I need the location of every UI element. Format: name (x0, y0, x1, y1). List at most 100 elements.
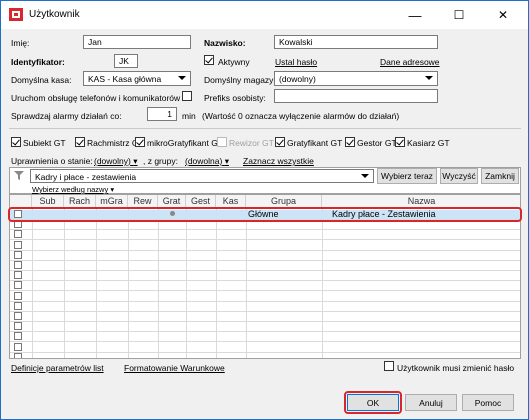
select-by-name-label: Wybierz według nazwy (32, 185, 109, 194)
permissions-group-dropdown[interactable]: (dowolna) ▾ (185, 156, 229, 167)
default-warehouse-select[interactable]: (dowolny) (274, 71, 438, 86)
caret-down-icon: ▾ (133, 156, 138, 166)
personal-prefix-label: Prefiks osobisty: (204, 93, 266, 103)
alarms-interval-input[interactable]: 1 (147, 107, 177, 121)
help-button[interactable]: Pomoc (462, 394, 514, 411)
row-checkbox[interactable] (14, 352, 22, 358)
first-name-label: Imię: (11, 38, 30, 48)
alarms-note: (Wartość 0 oznacza wyłączenie alarmów do… (202, 111, 400, 121)
default-cash-label: Domyślna kasa: (11, 75, 72, 85)
list-params-definitions-link[interactable]: Definicje parametrów list (11, 363, 104, 373)
permissions-state-value: (dowolny) (94, 156, 131, 166)
row-checkbox[interactable] (14, 240, 22, 249)
filter-value: Kadry i płace - zestawienia (35, 172, 137, 182)
clear-button[interactable]: Wyczyść (440, 168, 478, 184)
row-checkbox[interactable] (14, 322, 22, 331)
highlight-outline (8, 207, 522, 222)
funnel-icon (14, 171, 24, 180)
window-title: Użytkownik (29, 9, 80, 20)
title-bar: Użytkownik — ☐ ✕ (1, 1, 528, 29)
last-name-input[interactable]: Kowalski (274, 35, 438, 49)
separator (9, 128, 521, 129)
table-row[interactable] (10, 322, 520, 333)
telephony-checkbox[interactable] (182, 91, 192, 101)
table-row[interactable] (10, 240, 520, 251)
module-checkbox[interactable] (395, 137, 405, 147)
alarms-label: Sprawdzaj alarmy działań co: (11, 111, 122, 121)
table-row[interactable] (10, 261, 520, 271)
row-checkbox[interactable] (14, 301, 22, 310)
close-button[interactable]: ✕ (482, 1, 524, 29)
active-label: Aktywny (218, 57, 250, 67)
alarms-unit: min (182, 111, 196, 121)
conditional-formatting-link[interactable]: Formatowanie Warunkowe (124, 363, 225, 373)
filter-panel: Kadry i płace - zestawienia Wybierz tera… (9, 167, 521, 194)
module-label: Gratyfikant GT (287, 138, 343, 148)
close-filter-button[interactable]: Zamknij (481, 168, 519, 184)
module-label: Rewizor GT (229, 138, 274, 148)
default-cash-select[interactable]: KAS - Kasa główna (83, 71, 191, 86)
chevron-down-icon (178, 76, 186, 80)
ok-highlight-outline (344, 391, 402, 414)
table-row[interactable] (10, 250, 520, 261)
select-all-link[interactable]: Zaznacz wszystkie (243, 156, 314, 166)
module-checkbox[interactable] (75, 137, 85, 147)
table-row[interactable] (10, 312, 520, 322)
module-checkbox[interactable] (217, 137, 227, 147)
row-checkbox[interactable] (14, 250, 22, 259)
row-checkbox[interactable] (14, 261, 22, 269)
filter-select[interactable]: Kadry i płace - zestawienia (30, 169, 374, 183)
row-checkbox[interactable] (14, 332, 22, 341)
first-name-input[interactable]: Jan (83, 35, 191, 49)
caret-down-icon: ▾ (110, 185, 115, 194)
choose-now-button[interactable]: Wybierz teraz (377, 168, 437, 184)
chevron-down-icon (361, 174, 369, 178)
table-row[interactable] (10, 281, 520, 292)
module-checkbox[interactable] (11, 137, 21, 147)
table-row[interactable] (10, 301, 520, 312)
identifier-label: Identyfikator: (11, 57, 65, 67)
caret-down-icon: ▾ (224, 156, 229, 166)
personal-prefix-input[interactable] (274, 89, 438, 103)
row-checkbox[interactable] (14, 271, 22, 280)
module-checkbox[interactable] (135, 137, 145, 147)
default-warehouse-value: (dowolny) (279, 74, 316, 84)
cancel-button[interactable]: Anuluj (405, 394, 457, 411)
table-row[interactable] (10, 352, 520, 358)
table-row[interactable] (10, 230, 520, 241)
module-checkbox[interactable] (345, 137, 355, 147)
default-cash-value: KAS - Kasa główna (88, 74, 162, 84)
last-name-label: Nazwisko: (204, 38, 246, 48)
module-label: Kasiarz GT (407, 138, 450, 148)
permissions-state-dropdown[interactable]: (dowolny) ▾ (94, 156, 138, 167)
row-checkbox[interactable] (14, 312, 22, 320)
table-row[interactable] (10, 342, 520, 353)
row-checkbox[interactable] (14, 281, 22, 290)
table-row[interactable] (10, 291, 520, 302)
address-data-link[interactable]: Dane adresowe (380, 57, 440, 67)
active-checkbox[interactable] (204, 55, 214, 65)
user-dialog-window: Użytkownik — ☐ ✕ Imię: Jan Nazwisko: Kow… (0, 0, 529, 420)
module-label: Subiekt GT (23, 138, 66, 148)
maximize-button[interactable]: ☐ (438, 1, 480, 29)
table-row[interactable] (10, 271, 520, 282)
default-warehouse-label: Domyślny magazyn: (204, 75, 281, 85)
identifier-input[interactable]: JK (114, 54, 138, 68)
permissions-group-label: , z grupy: (143, 156, 178, 166)
select-by-name-dropdown[interactable]: Wybierz według nazwy ▾ (32, 185, 114, 194)
permissions-state-label: Uprawnienia o stanie: (11, 156, 93, 166)
must-change-password-checkbox[interactable] (384, 361, 394, 371)
app-icon (9, 8, 23, 21)
minimize-button[interactable]: — (394, 1, 436, 29)
set-password-link[interactable]: Ustal hasło (275, 57, 317, 67)
row-checkbox[interactable] (14, 342, 22, 351)
row-checkbox[interactable] (14, 291, 22, 300)
module-label: mikroGratyfikant GT (147, 138, 224, 148)
must-change-password-label: Użytkownik musi zmienić hasło (397, 363, 515, 373)
chevron-down-icon (425, 76, 433, 80)
row-checkbox[interactable] (14, 230, 22, 239)
telephony-label: Uruchom obsługę telefonów i komunikatoró… (11, 93, 181, 103)
permissions-group-value: (dowolna) (185, 156, 223, 166)
module-checkbox[interactable] (275, 137, 285, 147)
table-row[interactable] (10, 332, 520, 343)
